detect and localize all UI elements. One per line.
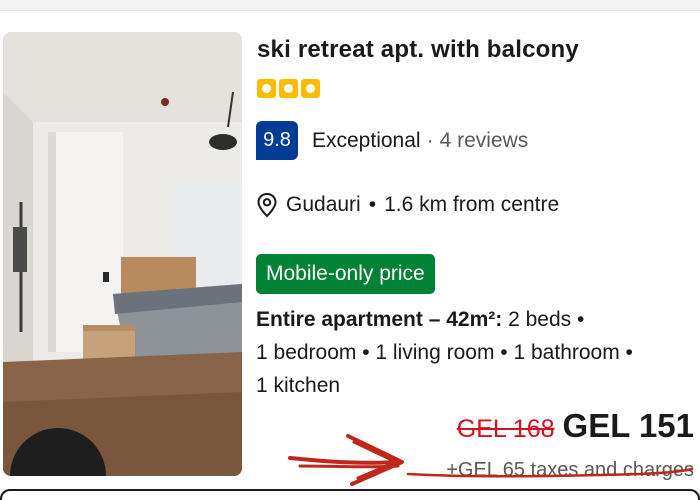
- review-count: 4 reviews: [439, 128, 529, 152]
- rating-separator: ·: [426, 128, 434, 152]
- current-price: GEL 151: [562, 407, 694, 444]
- location-separator: •: [368, 193, 377, 216]
- review-summary[interactable]: 9.8 Exceptional · 4 reviews: [256, 121, 528, 160]
- price: GEL 168 GEL 151: [457, 407, 694, 445]
- unit-type: Entire apartment – 42m²:: [256, 308, 503, 331]
- property-card[interactable]: ski retreat apt. with balcony 9.8 Except…: [0, 10, 700, 489]
- map-pin-icon: [257, 192, 277, 218]
- page: ski retreat apt. with balcony 9.8 Except…: [0, 0, 700, 500]
- details-line-2: 1 bedroom • 1 living room • 1 bathroom •: [256, 341, 633, 364]
- unit-details: Entire apartment – 42m²: 2 beds • 1 bedr…: [256, 303, 696, 402]
- star-icon: [257, 79, 276, 98]
- details-line-1: Entire apartment – 42m²: 2 beds •: [256, 303, 696, 336]
- review-score-badge: 9.8: [256, 121, 298, 160]
- star-rating: [257, 79, 320, 98]
- taxes-and-charges: +GEL 65 taxes and charges: [446, 459, 694, 481]
- apartment-photo-illustration: [3, 32, 242, 476]
- rating-label: Exceptional: [312, 128, 421, 152]
- location[interactable]: Gudauri • 1.6 km from centre: [256, 192, 559, 218]
- star-icon: [279, 79, 298, 98]
- property-photo[interactable]: [3, 32, 242, 476]
- details-line-3: 1 kitchen: [256, 374, 341, 397]
- original-price: GEL 168: [456, 415, 555, 443]
- property-title[interactable]: ski retreat apt. with balcony: [257, 36, 579, 64]
- distance-from-centre: 1.6 km from centre: [384, 193, 560, 216]
- beds-count: 2 beds •: [502, 308, 585, 331]
- mobile-only-price-badge: Mobile-only price: [256, 254, 435, 294]
- location-city: Gudauri: [286, 193, 361, 216]
- star-icon: [301, 79, 320, 98]
- next-card-edge: [0, 489, 700, 500]
